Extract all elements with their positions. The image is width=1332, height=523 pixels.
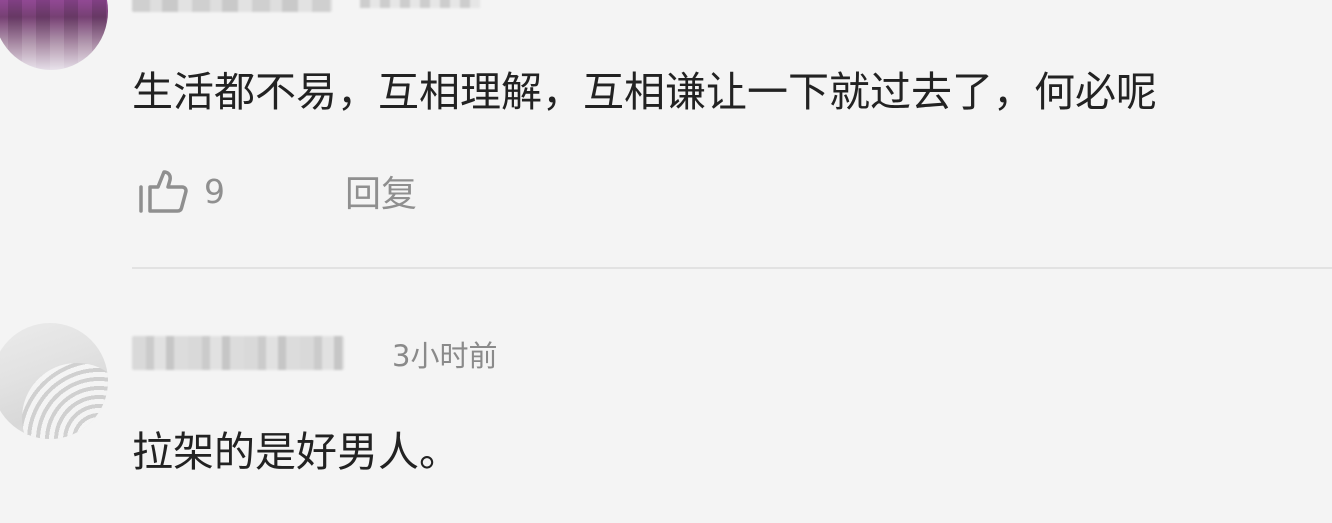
username-blurred[interactable]: [132, 336, 344, 370]
comment-text: 生活都不易，互相理解，互相谦让一下就过去了，何必呢: [132, 68, 1157, 116]
reply-button[interactable]: 回复: [345, 165, 417, 217]
username-blurred[interactable]: [132, 0, 332, 12]
divider: [132, 267, 1332, 269]
comment-text: 拉架的是好男人。: [132, 428, 460, 476]
like-button[interactable]: 9: [138, 168, 225, 214]
comment-timestamp: 3小时前: [392, 339, 498, 373]
like-count: 9: [204, 171, 225, 211]
timestamp-blurred: [360, 0, 480, 8]
avatar[interactable]: [0, 323, 108, 439]
thumbs-up-icon: [139, 170, 188, 213]
avatar[interactable]: [0, 0, 108, 70]
comment-actions: 9 回复: [138, 164, 417, 218]
